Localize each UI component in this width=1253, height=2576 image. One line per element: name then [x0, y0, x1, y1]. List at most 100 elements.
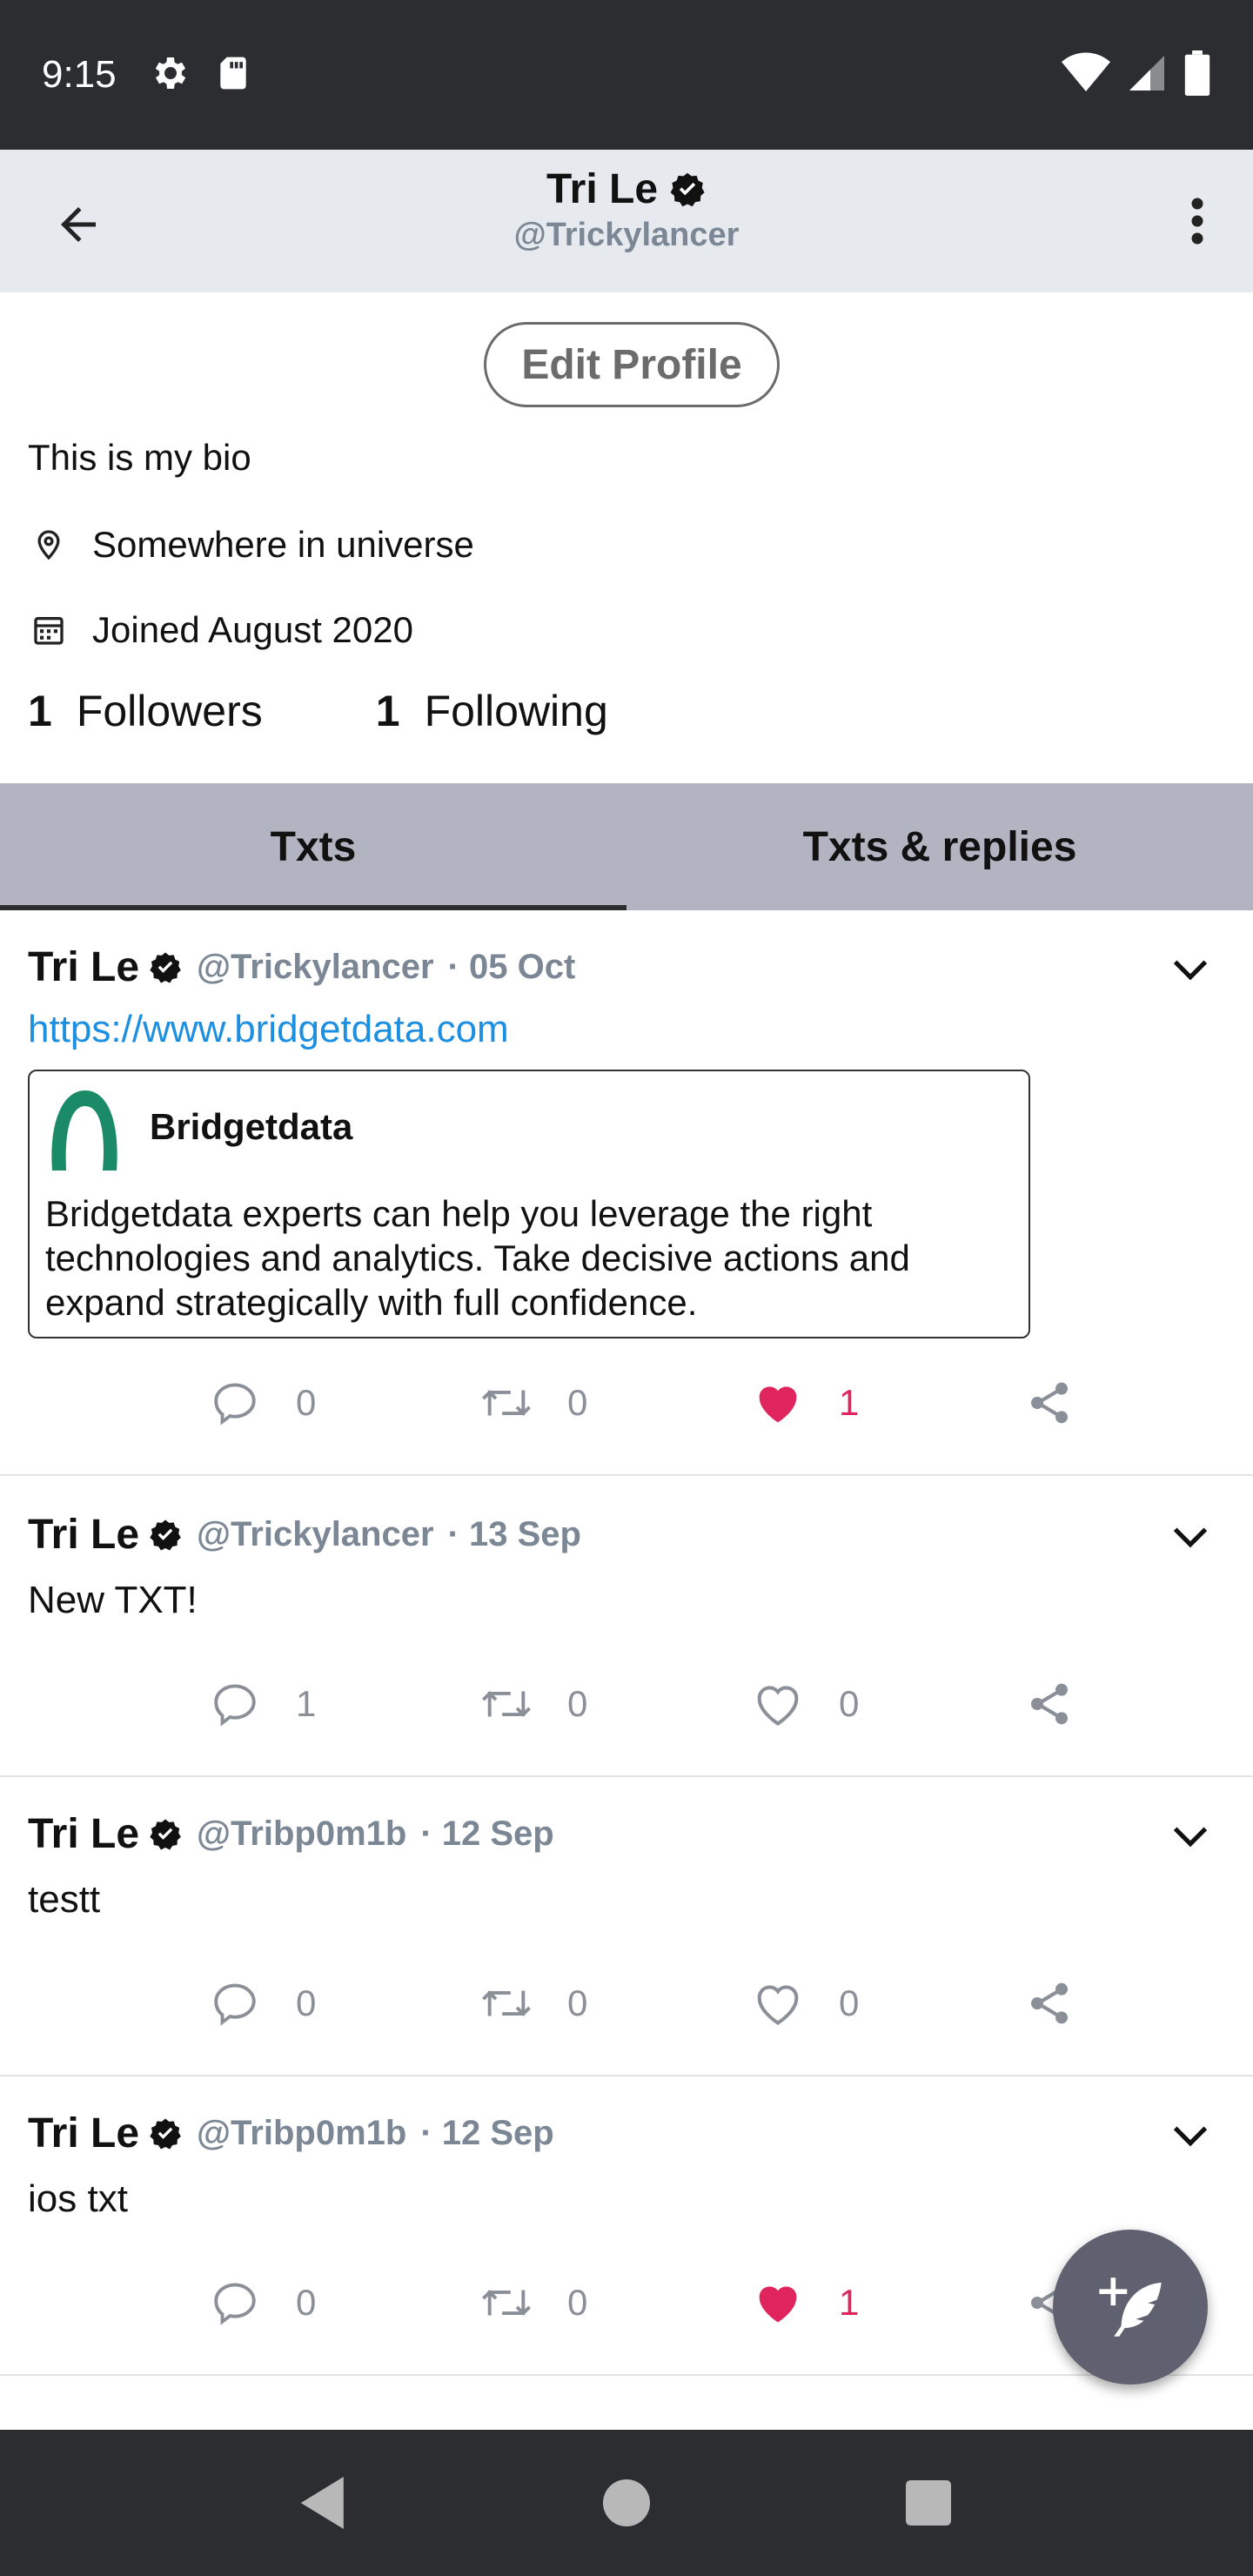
followers-label[interactable]: Followers [77, 686, 263, 736]
heart-icon [750, 1375, 806, 1431]
card-title: Bridgetdata [150, 1106, 353, 1147]
post-actions: 0 0 1 [207, 1375, 1253, 1431]
tab-txts[interactable]: Txts [0, 783, 626, 910]
post-author-handle: @Tribp0m1b [197, 2114, 407, 2152]
reply-count: 1 [296, 1683, 317, 1724]
post-text: ios txt [28, 2177, 128, 2220]
like-count: 0 [839, 1982, 860, 2023]
post-link[interactable]: https://www.bridgetdata.com [28, 1008, 509, 1051]
page-title: Tri Le [546, 166, 659, 212]
nav-back-button[interactable] [272, 2451, 377, 2555]
followers-count[interactable]: 1 [28, 686, 52, 736]
like-count: 1 [839, 2282, 860, 2323]
retxt-button[interactable]: 0 [479, 1676, 750, 1732]
post-date: · 12 Sep [420, 1815, 554, 1853]
retxt-button[interactable]: 0 [479, 1375, 750, 1431]
post-menu-button[interactable] [1163, 1509, 1218, 1565]
status-bar: 9:15 [0, 0, 1253, 150]
post-date: · 13 Sep [447, 1515, 581, 1553]
reply-button[interactable]: 0 [207, 1976, 479, 2031]
reply-icon [207, 1375, 263, 1431]
reply-icon [207, 2275, 263, 2331]
post-item[interactable]: Tri Le @Trickylancer · 05 Oct https://ww… [0, 910, 1253, 1476]
retxt-icon [479, 1976, 534, 2031]
more-vert-icon [1191, 198, 1203, 245]
reply-button[interactable]: 0 [207, 2275, 479, 2331]
like-button[interactable]: 1 [750, 2275, 1022, 2331]
retxt-icon [479, 1375, 534, 1431]
like-button[interactable]: 0 [750, 1976, 1022, 2031]
share-icon [1022, 1375, 1077, 1431]
heart-outline-icon [750, 1676, 806, 1732]
verified-badge-icon [150, 1819, 181, 1849]
verified-badge-icon [150, 952, 181, 983]
retxt-count: 0 [567, 1982, 588, 2023]
share-button[interactable] [1022, 1676, 1253, 1732]
post-text: testt [28, 1878, 101, 1921]
like-count: 1 [839, 1382, 860, 1423]
nav-home-button[interactable] [574, 2451, 679, 2555]
share-button[interactable] [1022, 1375, 1253, 1431]
retxt-button[interactable]: 0 [479, 1976, 750, 2031]
edit-profile-button[interactable]: Edit Profile [484, 322, 780, 407]
like-button[interactable]: 1 [750, 1375, 1022, 1431]
reply-icon [207, 1676, 263, 1732]
cell-signal-icon [1126, 52, 1168, 98]
post-text: New TXT! [28, 1579, 198, 1621]
heart-icon [750, 2275, 806, 2331]
share-icon [1022, 1676, 1077, 1732]
profile-bio: This is my bio [28, 437, 251, 478]
wifi-icon [1062, 51, 1110, 98]
reply-button[interactable]: 0 [207, 1375, 479, 1431]
profile-tabs: Txts Txts & replies [0, 783, 1253, 910]
reply-count: 0 [296, 1982, 317, 2023]
post-date: · 05 Oct [447, 948, 576, 986]
reply-count: 0 [296, 2282, 317, 2323]
nav-recents-button[interactable] [876, 2451, 981, 2555]
compose-button[interactable] [1053, 2230, 1208, 2385]
post-author-name: Tri Le [28, 944, 140, 990]
verified-badge-icon [670, 172, 705, 206]
post-menu-button[interactable] [1163, 2108, 1218, 2163]
retxt-count: 0 [567, 2282, 588, 2323]
retxt-icon [479, 1676, 534, 1732]
chevron-down-icon [1173, 960, 1208, 981]
location-pin-icon [28, 524, 70, 566]
following-label[interactable]: Following [425, 686, 608, 736]
reply-icon [207, 1976, 263, 2031]
status-time: 9:15 [42, 53, 117, 96]
retxt-button[interactable]: 0 [479, 2275, 750, 2331]
bridgetdata-logo [51, 1090, 117, 1171]
post-author-name: Tri Le [28, 1811, 140, 1857]
reply-button[interactable]: 1 [207, 1676, 479, 1732]
post-menu-button[interactable] [1163, 942, 1218, 997]
follow-stats: 1 Followers 1 Following [28, 686, 721, 736]
gear-icon [148, 52, 190, 98]
joined-text: Joined August 2020 [92, 609, 413, 650]
profile-joined: Joined August 2020 [28, 609, 413, 651]
nav-back-icon [301, 2477, 345, 2529]
tab-txts-and-replies[interactable]: Txts & replies [626, 783, 1253, 910]
chevron-down-icon [1173, 1827, 1208, 1848]
reply-count: 0 [296, 1382, 317, 1423]
following-count[interactable]: 1 [376, 686, 400, 736]
system-nav-bar [0, 2430, 1253, 2576]
chevron-down-icon [1173, 1527, 1208, 1548]
post-author-handle: @Tribp0m1b [197, 1815, 407, 1853]
retxt-count: 0 [567, 1382, 588, 1423]
post-menu-button[interactable] [1163, 1808, 1218, 1864]
like-button[interactable]: 0 [750, 1676, 1022, 1732]
page-subtitle-handle: @Trickylancer [513, 217, 740, 253]
post-item[interactable]: Tri Le @Trickylancer · 13 Sep New TXT! 1… [0, 1478, 1253, 1777]
more-options-button[interactable] [1163, 186, 1232, 256]
nav-recents-icon [905, 2480, 951, 2526]
post-author-name: Tri Le [28, 2110, 140, 2157]
post-item[interactable]: Tri Le @Tribp0m1b · 12 Sep testt 0 0 0 [0, 1777, 1253, 2076]
location-text: Somewhere in universe [92, 524, 474, 565]
link-preview-card[interactable]: Bridgetdata Bridgetdata experts can help… [28, 1070, 1030, 1338]
compose-feather-icon [1099, 2277, 1162, 2337]
share-button[interactable] [1022, 1976, 1253, 2031]
post-author-handle: @Trickylancer [197, 948, 434, 986]
post-author-handle: @Trickylancer [197, 1515, 434, 1553]
retxt-icon [479, 2275, 534, 2331]
